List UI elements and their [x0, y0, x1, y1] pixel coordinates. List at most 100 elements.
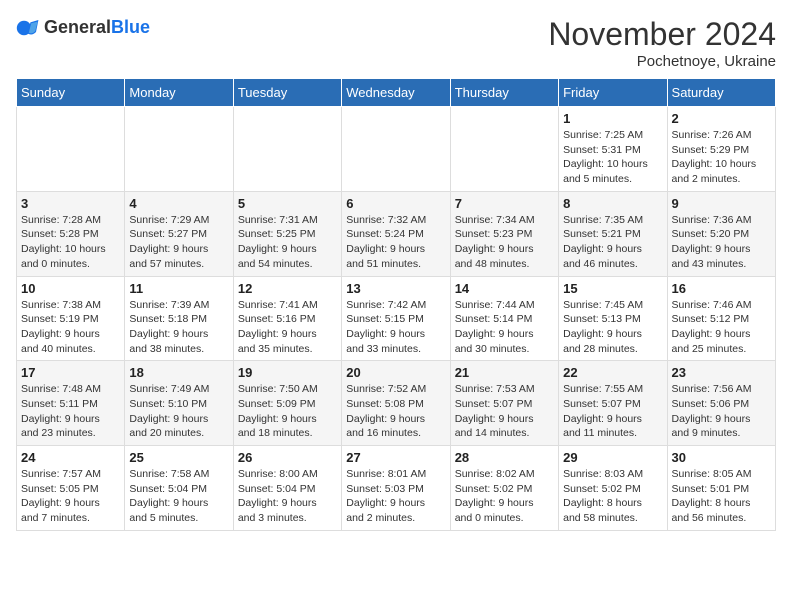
day-info: Sunrise: 7:31 AM Sunset: 5:25 PM Dayligh… — [238, 213, 337, 272]
day-info: Sunrise: 7:35 AM Sunset: 5:21 PM Dayligh… — [563, 213, 662, 272]
calendar-cell: 10 Sunrise: 7:38 AM Sunset: 5:19 PM Dayli… — [17, 276, 125, 361]
day-number: 25 — [129, 450, 228, 465]
weekday-header-friday: Friday — [559, 79, 667, 107]
calendar-cell: 8Sunrise: 7:35 AM Sunset: 5:21 PM Daylig… — [559, 191, 667, 276]
day-number: 22 — [563, 365, 662, 380]
calendar-cell: 12 Sunrise: 7:41 AM Sunset: 5:16 PM Dayli… — [233, 276, 341, 361]
day-number: 1 — [563, 111, 662, 126]
day-info: Sunrise: 7:28 AM Sunset: 5:28 PM Dayligh… — [21, 213, 120, 272]
day-info: Sunrise: 7:34 AM Sunset: 5:23 PM Dayligh… — [455, 213, 554, 272]
calendar-cell: 14Sunrise: 7:44 AM Sunset: 5:14 PM Dayli… — [450, 276, 558, 361]
week-row-3: 10 Sunrise: 7:38 AM Sunset: 5:19 PM Dayli… — [17, 276, 776, 361]
day-number: 23 — [672, 365, 771, 380]
week-row-1: 1 Sunrise: 7:25 AM Sunset: 5:31 PM Daylig… — [17, 107, 776, 192]
day-info: Sunrise: 7:58 AM Sunset: 5:04 PM Dayligh… — [129, 467, 228, 526]
calendar-cell: 5 Sunrise: 7:31 AM Sunset: 5:25 PM Daylig… — [233, 191, 341, 276]
logo-icon — [16, 16, 40, 40]
day-info: Sunrise: 8:02 AM Sunset: 5:02 PM Dayligh… — [455, 467, 554, 526]
day-number: 4 — [129, 196, 228, 211]
day-info: Sunrise: 7:36 AM Sunset: 5:20 PM Dayligh… — [672, 213, 771, 272]
calendar-cell: 21 Sunrise: 7:53 AM Sunset: 5:07 PM Dayli… — [450, 361, 558, 446]
day-info: Sunrise: 8:00 AM Sunset: 5:04 PM Dayligh… — [238, 467, 337, 526]
day-number: 19 — [238, 365, 337, 380]
day-info: Sunrise: 7:53 AM Sunset: 5:07 PM Dayligh… — [455, 382, 554, 441]
day-info: Sunrise: 7:44 AM Sunset: 5:14 PM Dayligh… — [455, 298, 554, 357]
page-header: GeneralBlue November 2024 Pochetnoye, Uk… — [16, 16, 776, 70]
location-subtitle: Pochetnoye, Ukraine — [548, 53, 776, 70]
day-info: Sunrise: 7:26 AM Sunset: 5:29 PM Dayligh… — [672, 128, 771, 187]
day-number: 10 — [21, 281, 120, 296]
calendar-cell — [233, 107, 341, 192]
calendar-cell: 2 Sunrise: 7:26 AM Sunset: 5:29 PM Daylig… — [667, 107, 775, 192]
day-info: Sunrise: 8:05 AM Sunset: 5:01 PM Dayligh… — [672, 467, 771, 526]
calendar-cell — [450, 107, 558, 192]
calendar-cell: 17 Sunrise: 7:48 AM Sunset: 5:11 PM Dayli… — [17, 361, 125, 446]
calendar-cell: 6 Sunrise: 7:32 AM Sunset: 5:24 PM Daylig… — [342, 191, 450, 276]
weekday-header-wednesday: Wednesday — [342, 79, 450, 107]
week-row-4: 17 Sunrise: 7:48 AM Sunset: 5:11 PM Dayli… — [17, 361, 776, 446]
day-number: 30 — [672, 450, 771, 465]
day-info: Sunrise: 7:46 AM Sunset: 5:12 PM Dayligh… — [672, 298, 771, 357]
calendar-cell: 16 Sunrise: 7:46 AM Sunset: 5:12 PM Dayli… — [667, 276, 775, 361]
day-number: 21 — [455, 365, 554, 380]
calendar-cell — [17, 107, 125, 192]
day-number: 16 — [672, 281, 771, 296]
day-number: 2 — [672, 111, 771, 126]
day-number: 24 — [21, 450, 120, 465]
day-number: 7 — [455, 196, 554, 211]
day-info: Sunrise: 7:45 AM Sunset: 5:13 PM Dayligh… — [563, 298, 662, 357]
day-number: 13 — [346, 281, 445, 296]
day-info: Sunrise: 7:48 AM Sunset: 5:11 PM Dayligh… — [21, 382, 120, 441]
day-number: 5 — [238, 196, 337, 211]
day-info: Sunrise: 7:41 AM Sunset: 5:16 PM Dayligh… — [238, 298, 337, 357]
weekday-header-thursday: Thursday — [450, 79, 558, 107]
calendar-table: SundayMondayTuesdayWednesdayThursdayFrid… — [16, 78, 776, 531]
calendar-cell: 25 Sunrise: 7:58 AM Sunset: 5:04 PM Dayli… — [125, 446, 233, 531]
weekday-header-saturday: Saturday — [667, 79, 775, 107]
day-info: Sunrise: 7:50 AM Sunset: 5:09 PM Dayligh… — [238, 382, 337, 441]
weekday-header-row: SundayMondayTuesdayWednesdayThursdayFrid… — [17, 79, 776, 107]
day-number: 29 — [563, 450, 662, 465]
calendar-cell: 1 Sunrise: 7:25 AM Sunset: 5:31 PM Daylig… — [559, 107, 667, 192]
day-info: Sunrise: 7:49 AM Sunset: 5:10 PM Dayligh… — [129, 382, 228, 441]
calendar-cell: 13Sunrise: 7:42 AM Sunset: 5:15 PM Dayli… — [342, 276, 450, 361]
day-number: 15 — [563, 281, 662, 296]
day-number: 12 — [238, 281, 337, 296]
day-number: 9 — [672, 196, 771, 211]
day-info: Sunrise: 7:57 AM Sunset: 5:05 PM Dayligh… — [21, 467, 120, 526]
day-number: 28 — [455, 450, 554, 465]
logo-text-blue: Blue — [111, 17, 150, 37]
calendar-cell: 28 Sunrise: 8:02 AM Sunset: 5:02 PM Dayli… — [450, 446, 558, 531]
weekday-header-sunday: Sunday — [17, 79, 125, 107]
calendar-cell: 11Sunrise: 7:39 AM Sunset: 5:18 PM Dayli… — [125, 276, 233, 361]
calendar-cell: 18 Sunrise: 7:49 AM Sunset: 5:10 PM Dayli… — [125, 361, 233, 446]
day-info: Sunrise: 8:03 AM Sunset: 5:02 PM Dayligh… — [563, 467, 662, 526]
day-info: Sunrise: 7:39 AM Sunset: 5:18 PM Dayligh… — [129, 298, 228, 357]
calendar-cell: 20 Sunrise: 7:52 AM Sunset: 5:08 PM Dayli… — [342, 361, 450, 446]
calendar-cell — [125, 107, 233, 192]
day-number: 6 — [346, 196, 445, 211]
day-info: Sunrise: 7:52 AM Sunset: 5:08 PM Dayligh… — [346, 382, 445, 441]
calendar-cell: 30 Sunrise: 8:05 AM Sunset: 5:01 PM Dayli… — [667, 446, 775, 531]
day-info: Sunrise: 7:55 AM Sunset: 5:07 PM Dayligh… — [563, 382, 662, 441]
calendar-cell: 3Sunrise: 7:28 AM Sunset: 5:28 PM Daylig… — [17, 191, 125, 276]
week-row-5: 24 Sunrise: 7:57 AM Sunset: 5:05 PM Dayli… — [17, 446, 776, 531]
day-info: Sunrise: 7:25 AM Sunset: 5:31 PM Dayligh… — [563, 128, 662, 187]
calendar-cell: 22 Sunrise: 7:55 AM Sunset: 5:07 PM Dayli… — [559, 361, 667, 446]
logo-text-general: General — [44, 17, 111, 37]
day-number: 20 — [346, 365, 445, 380]
weekday-header-monday: Monday — [125, 79, 233, 107]
day-info: Sunrise: 7:32 AM Sunset: 5:24 PM Dayligh… — [346, 213, 445, 272]
calendar-cell: 23Sunrise: 7:56 AM Sunset: 5:06 PM Dayli… — [667, 361, 775, 446]
calendar-cell: 4 Sunrise: 7:29 AM Sunset: 5:27 PM Daylig… — [125, 191, 233, 276]
calendar-cell: 7 Sunrise: 7:34 AM Sunset: 5:23 PM Daylig… — [450, 191, 558, 276]
calendar-cell: 27Sunrise: 8:01 AM Sunset: 5:03 PM Dayli… — [342, 446, 450, 531]
day-info: Sunrise: 7:38 AM Sunset: 5:19 PM Dayligh… — [21, 298, 120, 357]
day-number: 17 — [21, 365, 120, 380]
title-block: November 2024 Pochetnoye, Ukraine — [548, 16, 776, 70]
day-info: Sunrise: 7:29 AM Sunset: 5:27 PM Dayligh… — [129, 213, 228, 272]
day-number: 18 — [129, 365, 228, 380]
calendar-cell: 19 Sunrise: 7:50 AM Sunset: 5:09 PM Dayli… — [233, 361, 341, 446]
calendar-cell: 15 Sunrise: 7:45 AM Sunset: 5:13 PM Dayli… — [559, 276, 667, 361]
calendar-cell: 9 Sunrise: 7:36 AM Sunset: 5:20 PM Daylig… — [667, 191, 775, 276]
